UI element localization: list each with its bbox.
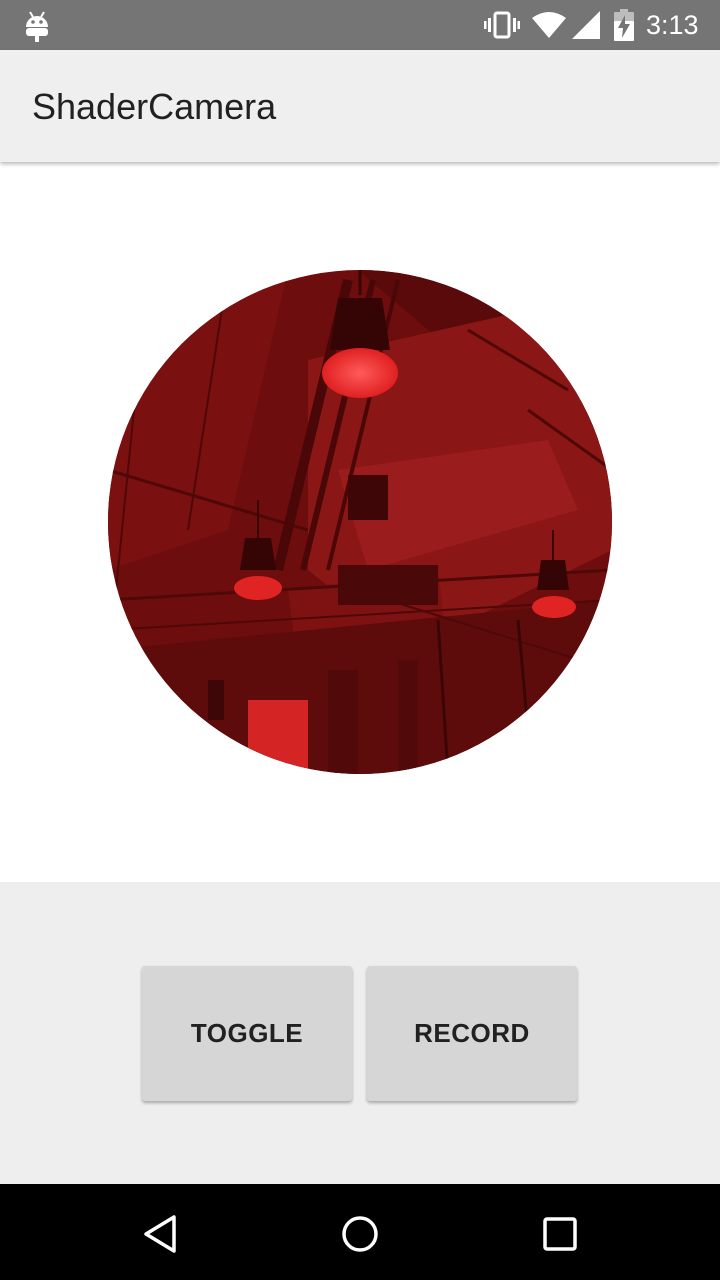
android-icon <box>26 11 48 42</box>
navigation-bar <box>0 1184 720 1280</box>
battery-charging-icon <box>614 9 634 41</box>
home-icon[interactable] <box>338 1212 382 1256</box>
record-button[interactable]: RECORD <box>367 966 577 1101</box>
recents-icon[interactable] <box>538 1212 582 1256</box>
status-bar: 3:13 <box>0 0 720 50</box>
controls-panel: TOGGLE RECORD <box>0 882 720 1184</box>
vibrate-icon <box>484 11 520 39</box>
signal-icon <box>572 11 600 39</box>
status-time: 3:13 <box>646 10 699 40</box>
wifi-icon <box>532 12 566 38</box>
toggle-button[interactable]: TOGGLE <box>142 966 352 1101</box>
camera-preview <box>108 270 612 774</box>
app-bar: ShaderCamera <box>0 50 720 162</box>
back-icon[interactable] <box>138 1212 182 1256</box>
preview-area <box>0 162 720 882</box>
app-title: ShaderCamera <box>32 86 277 127</box>
